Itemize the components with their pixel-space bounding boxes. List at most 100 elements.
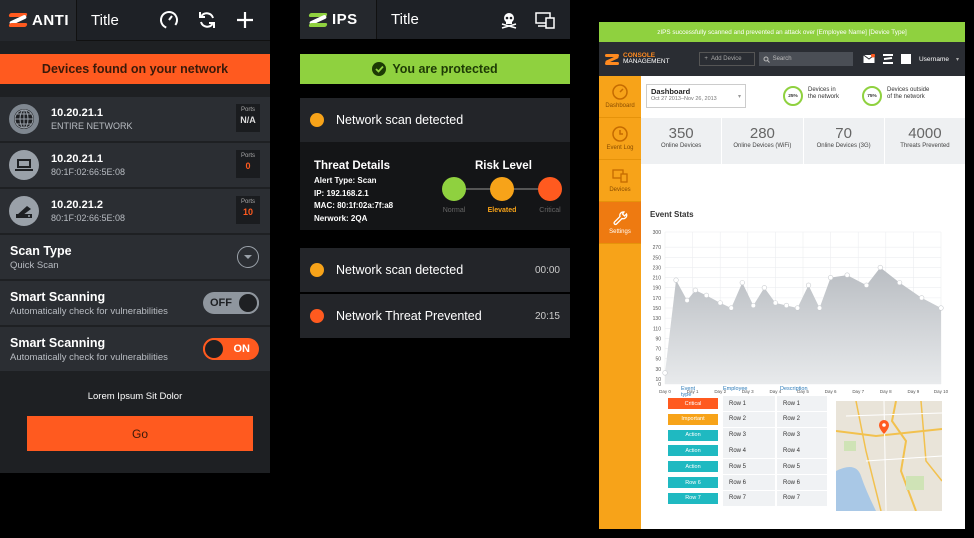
ports-badge: Ports N/A — [236, 104, 260, 132]
ports-value: 0 — [245, 161, 251, 171]
table-row[interactable]: Critical Row 1 Row 1 — [666, 396, 827, 411]
console-topbar: CONSOLE MANAGEMENT + Add Device Search Us… — [599, 42, 965, 76]
risk-dot-normal — [442, 177, 466, 201]
y-tick-label: 190 — [653, 286, 662, 292]
mail-icon[interactable] — [863, 54, 875, 64]
go-button[interactable]: Go — [27, 416, 253, 451]
event-type-badge: Action — [668, 445, 718, 457]
table-row[interactable]: Action Row 5 Row 5 — [666, 459, 827, 475]
risk-level-title: Risk Level — [475, 160, 532, 172]
employee-cell: Row 1 — [723, 396, 775, 411]
description-cell: Row 4 — [777, 443, 827, 459]
stat-threats-prevented: 4000 Threats Prevented — [885, 118, 965, 164]
data-point — [897, 280, 903, 286]
refresh-icon[interactable] — [196, 9, 218, 31]
event-item[interactable]: Network Threat Prevented 20:15 — [300, 294, 570, 338]
data-point — [662, 370, 668, 376]
y-tick-label: 30 — [655, 367, 661, 373]
stat-value: 280 — [749, 125, 775, 142]
scan-type-title: Scan Type — [10, 244, 72, 258]
event-item[interactable]: Network scan detected 00:00 — [300, 248, 570, 292]
event-type-badge: Critical — [668, 398, 718, 409]
y-tick-label: 270 — [653, 245, 662, 251]
device-item-laptop[interactable]: 10.20.21.1 80:1F:02:66:5E:08 Ports 0 — [0, 143, 270, 187]
chevron-down-icon[interactable] — [237, 246, 259, 268]
chevron-down-icon[interactable]: ▾ — [956, 56, 959, 63]
table-row[interactable]: Action Row 4 Row 4 — [666, 443, 827, 459]
device-item-network[interactable]: 10.20.21.1 ENTIRE NETWORK Ports N/A — [0, 97, 270, 141]
search-input[interactable]: Search — [758, 52, 853, 66]
stat-label: Online Devices (WiFi) — [733, 143, 792, 149]
y-tick-label: 230 — [653, 265, 662, 271]
stat-label: Online Devices — [660, 143, 702, 149]
device-subtitle: ENTIRE NETWORK — [51, 121, 133, 131]
table-row[interactable]: Important Row 2 Row 2 — [666, 411, 827, 427]
employee-cell: Row 2 — [723, 411, 775, 427]
smart-scanning-toggle-off[interactable]: OFF — [203, 292, 259, 314]
date-range: Oct 27 2013–Nov 26, 2013 — [651, 96, 717, 102]
y-tick-label: 70 — [655, 347, 661, 353]
smart-scanning-toggle-on[interactable]: ON — [203, 338, 259, 360]
ips-title: Title — [391, 11, 419, 28]
ports-value: N/A — [240, 115, 256, 125]
smart-scanning-row-1: Smart Scanning Automatically check for v… — [0, 281, 270, 325]
ips-brand[interactable]: IPS — [300, 0, 377, 39]
data-point — [739, 280, 745, 286]
sidebar-item-devices[interactable]: Devices — [599, 160, 641, 202]
y-tick-label: 110 — [653, 326, 661, 332]
event-type-badge: Important — [668, 413, 718, 425]
table-row[interactable]: Row 6 Row 6 Row 6 — [666, 475, 827, 490]
zimperium-logo-icon[interactable] — [882, 54, 894, 64]
search-placeholder: Search — [772, 56, 792, 62]
x-tick-label: Day 0 — [659, 389, 671, 394]
devices-icon — [612, 169, 628, 183]
employee-cell: Row 5 — [723, 459, 775, 475]
data-point — [783, 302, 790, 309]
console-main: Dashboard Oct 27 2013–Nov 26, 2013 ▾ 25%… — [641, 76, 965, 529]
username[interactable]: Username — [919, 56, 949, 63]
y-tick-label: 300 — [653, 230, 662, 236]
device-item-router[interactable]: 10.20.21.2 80:1F:02:66:5E:08 Ports 10 — [0, 189, 270, 233]
sidebar-item-event-log[interactable]: Event Log — [599, 118, 641, 160]
device-ip: 10.20.21.1 — [51, 107, 103, 119]
description-cell: Row 6 — [777, 475, 827, 490]
add-device-button[interactable]: + Add Device — [699, 52, 755, 66]
event-status-dot — [310, 113, 324, 127]
anti-footer: Lorem Ipsum Sit Dolor Go — [0, 371, 270, 467]
data-point — [816, 305, 823, 311]
event-item-expanded[interactable]: Network scan detected — [300, 98, 570, 142]
event-type-badge: Row 7 — [668, 492, 718, 504]
y-tick-label: 50 — [655, 357, 661, 363]
sidebar-item-dashboard[interactable]: Dashboard — [599, 76, 641, 118]
table-header-employee: Employee — [723, 386, 748, 392]
ring-label-line: Devices in — [808, 87, 836, 93]
footer-text: Lorem Ipsum Sit Dolor — [87, 391, 183, 402]
devices-outside-ring: 75% — [862, 86, 882, 106]
data-point — [938, 305, 944, 311]
console-brand[interactable]: CONSOLE MANAGEMENT — [605, 52, 695, 66]
add-device-label: Add Device — [710, 56, 742, 62]
threat-details: Threat Details Alert Type: Scan IP: 192.… — [300, 142, 570, 230]
scan-type-row[interactable]: Scan Type Quick Scan — [0, 235, 270, 279]
date-range-select[interactable]: Dashboard Oct 27 2013–Nov 26, 2013 ▾ — [646, 84, 746, 108]
stats-bar: 350 Online Devices 280 Online Devices (WiF… — [641, 118, 965, 164]
plus-icon[interactable] — [234, 9, 256, 31]
table-row[interactable]: Row 7 Row 7 Row 7 — [666, 490, 827, 506]
router-icon — [9, 196, 39, 226]
console-sidebar: Dashboard Event Log Devices Settings — [599, 76, 641, 529]
plus-icon: + — [704, 56, 708, 62]
skull-icon[interactable] — [498, 9, 520, 31]
event-time: 20:15 — [534, 310, 560, 322]
x-tick-label: Day 7 — [852, 389, 864, 394]
ports-badge: Ports 0 — [236, 150, 260, 178]
table-row[interactable]: Action Row 3 Row 3 — [666, 427, 827, 443]
stat-online-3g: 70 Online Devices (3G) — [804, 118, 885, 164]
protected-text: You are protected — [392, 62, 498, 76]
devices-icon[interactable] — [534, 9, 556, 31]
location-map[interactable] — [836, 401, 942, 511]
speedometer-icon[interactable] — [158, 9, 180, 31]
avatar[interactable] — [900, 54, 911, 64]
event-time: 00:00 — [534, 264, 560, 276]
sidebar-item-settings[interactable]: Settings — [599, 202, 641, 244]
anti-brand[interactable]: ANTI — [0, 0, 77, 41]
